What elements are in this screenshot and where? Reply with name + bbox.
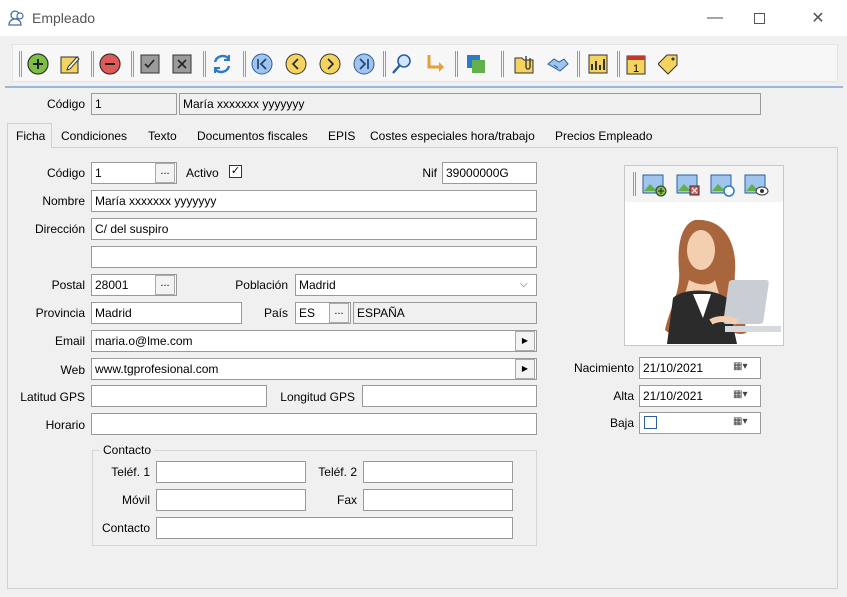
telef1-label: Teléf. 1 [111, 465, 150, 479]
poblacion-select[interactable]: Madrid [295, 274, 537, 296]
latitud-label: Latitud GPS [20, 390, 85, 404]
refresh-photo-button[interactable] [709, 173, 735, 200]
email-field[interactable]: maria.o@lme.com [91, 330, 537, 352]
longitud-field[interactable] [362, 385, 537, 407]
header-nombre-field: María xxxxxxx yyyyyyy [179, 93, 761, 115]
toolbar: 1 [12, 44, 838, 82]
handshake-button[interactable] [545, 51, 571, 77]
first-record-button[interactable] [249, 51, 275, 77]
cancel-button[interactable] [169, 51, 195, 77]
codigo-label: Código [46, 166, 85, 180]
movil-label: Móvil [121, 493, 150, 507]
add-photo-button[interactable] [641, 173, 667, 200]
header-codigo-label: Código [46, 97, 85, 111]
calendar-day: 1 [633, 63, 639, 75]
email-label: Email [54, 334, 85, 348]
delete-photo-button[interactable] [675, 173, 701, 200]
web-label: Web [60, 363, 85, 377]
tab-condiciones[interactable]: Condiciones [61, 129, 127, 149]
provincia-label: Provincia [35, 306, 85, 320]
contacto-group-label: Contacto [100, 443, 155, 457]
accept-button[interactable] [137, 51, 163, 77]
activo-checkbox[interactable]: ✓ [229, 165, 242, 178]
pais-lookup-button[interactable]: ... [329, 303, 349, 323]
refresh-button[interactable] [209, 51, 235, 77]
alta-label: Alta [613, 389, 634, 403]
tab-precios-empleado[interactable]: Precios Empleado [555, 129, 652, 149]
telef2-field[interactable] [363, 461, 513, 483]
user-icon [8, 9, 26, 27]
attach-button[interactable] [511, 51, 537, 77]
latitud-field[interactable] [91, 385, 267, 407]
title-bar: Empleado — ✕ [0, 0, 847, 36]
report-button[interactable] [585, 51, 611, 77]
provincia-field[interactable]: Madrid [91, 302, 242, 324]
activo-label: Activo [186, 166, 219, 180]
edit-button[interactable] [57, 51, 83, 77]
nombre-label: Nombre [42, 194, 85, 208]
direccion-field-1[interactable]: C/ del suspiro [91, 218, 537, 240]
minimize-button[interactable]: — [700, 3, 730, 33]
photo-toolbar [625, 166, 783, 202]
calendar-dropdown-icon[interactable]: ▦▾ [733, 416, 747, 427]
movil-field[interactable] [156, 489, 306, 511]
calendar-dropdown-icon[interactable]: ▦▾ [733, 361, 747, 372]
telef2-label: Teléf. 2 [318, 465, 357, 479]
nif-field[interactable]: 39000000G [442, 162, 537, 184]
prev-record-button[interactable] [283, 51, 309, 77]
last-record-button[interactable] [351, 51, 377, 77]
calendar-button[interactable]: 1 [623, 51, 649, 77]
baja-label: Baja [609, 416, 634, 430]
tab-texto[interactable]: Texto [148, 129, 177, 149]
chevron-down-icon: ⌵ [520, 279, 528, 290]
direccion-label: Dirección [34, 222, 85, 236]
tab-ficha[interactable]: Ficha [7, 123, 52, 148]
tab-documentos-fiscales[interactable]: Documentos fiscales [197, 129, 308, 149]
codigo-lookup-button[interactable]: ... [155, 163, 175, 183]
poblacion-label: Población [235, 278, 288, 292]
contacto-label: Contacto [101, 521, 150, 535]
fax-label: Fax [336, 493, 357, 507]
next-record-button[interactable] [317, 51, 343, 77]
web-field[interactable]: www.tgprofesional.com [91, 358, 537, 380]
telef1-field[interactable] [156, 461, 306, 483]
add-button[interactable] [25, 51, 51, 77]
longitud-label: Longitud GPS [280, 390, 355, 404]
employee-photo [665, 219, 781, 344]
horario-label: Horario [45, 418, 85, 432]
tags-button[interactable] [657, 51, 683, 77]
photo-frame [624, 165, 784, 346]
postal-lookup-button[interactable]: ... [155, 275, 175, 295]
horario-field[interactable] [91, 413, 537, 435]
web-open-button[interactable]: ▶ [515, 359, 535, 379]
search-button[interactable] [389, 51, 415, 77]
view-photo-button[interactable] [743, 173, 769, 200]
nacimiento-label: Nacimiento [573, 361, 634, 375]
tab-epis[interactable]: EPIS [328, 129, 355, 149]
calendar-dropdown-icon[interactable]: ▦▾ [733, 389, 747, 400]
email-open-button[interactable]: ▶ [515, 331, 535, 351]
nif-label: Nif [422, 166, 437, 180]
goto-button[interactable] [423, 51, 449, 77]
fax-field[interactable] [363, 489, 513, 511]
header-codigo-field: 1 [91, 93, 177, 115]
baja-checkbox[interactable] [644, 416, 657, 429]
pais-name-field: ESPAÑA [353, 302, 537, 324]
contacto-field[interactable] [156, 517, 513, 539]
window-title: Empleado [32, 10, 96, 26]
toolbar-divider [5, 86, 843, 88]
delete-button[interactable] [97, 51, 123, 77]
maximize-button[interactable] [744, 3, 774, 33]
copy-button[interactable] [463, 51, 489, 77]
pais-label: País [263, 306, 288, 320]
close-button[interactable]: ✕ [803, 3, 833, 33]
tab-costes-especiales[interactable]: Costes especiales hora/trabajo [370, 129, 535, 149]
direccion-field-2[interactable] [91, 246, 537, 268]
postal-label: Postal [51, 278, 85, 292]
nombre-field[interactable]: María xxxxxxx yyyyyyy [91, 190, 537, 212]
